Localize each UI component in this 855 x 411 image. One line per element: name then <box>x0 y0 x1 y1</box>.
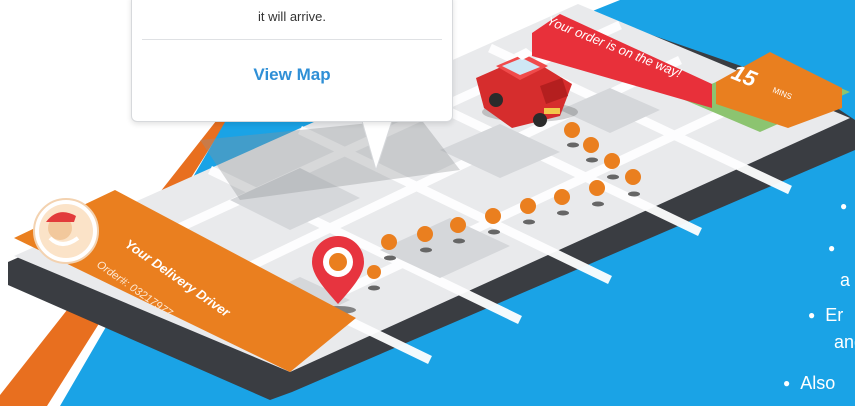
driver-avatar-icon <box>33 198 99 264</box>
route-dot <box>625 169 641 185</box>
route-dot <box>367 265 381 279</box>
route-dot <box>485 208 501 224</box>
popover-divider <box>142 39 442 40</box>
view-map-link[interactable]: View Map <box>132 65 452 85</box>
delivery-tracking-illustration: Your order is on the way! 15 MINS Your D… <box>0 0 855 406</box>
route-dot <box>554 189 570 205</box>
popover-card: it will arrive. View Map <box>131 0 453 122</box>
route-dot <box>520 198 536 214</box>
route-dot <box>583 137 599 153</box>
route-dot <box>564 122 580 138</box>
route-dot <box>450 217 466 233</box>
route-dot <box>589 180 605 196</box>
route-dot <box>417 226 433 242</box>
route-dot <box>604 153 620 169</box>
route-dot <box>381 234 397 250</box>
popover-message: it will arrive. <box>258 9 326 24</box>
